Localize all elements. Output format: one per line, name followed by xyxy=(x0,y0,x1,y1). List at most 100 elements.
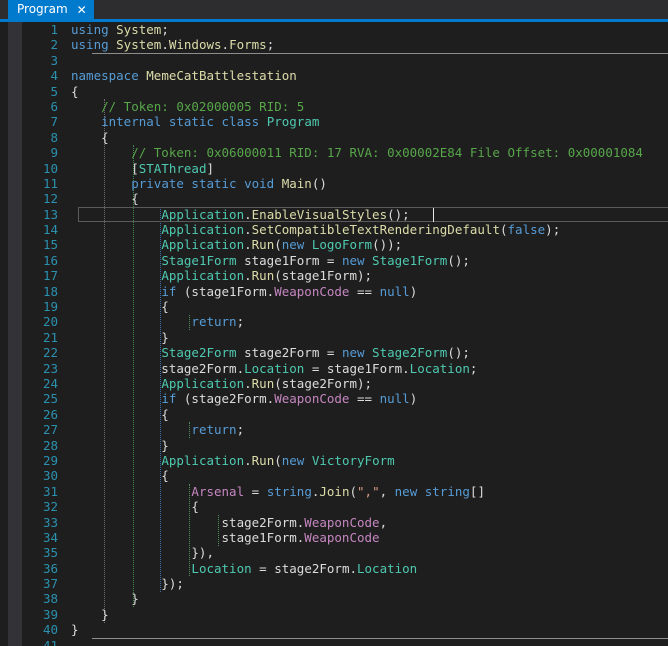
code-line[interactable]: 15 Application.Run(new LogoForm()); xyxy=(22,237,668,252)
line-source: Location = stage2Form.Location xyxy=(71,561,417,576)
line-number: 30 xyxy=(42,468,58,484)
code-line[interactable]: 13 Application.EnableVisualStyles(); xyxy=(22,207,668,222)
code-line[interactable]: 24 Application.Run(stage2Form); xyxy=(22,376,668,391)
token-pl: ; xyxy=(236,314,245,330)
token-id: Run xyxy=(251,375,275,391)
token-ty: Application xyxy=(161,268,245,284)
token-ty: Stage2Form xyxy=(161,345,237,361)
code-lines[interactable]: 1 using System; 2 using System.Windows.Form… xyxy=(22,22,668,646)
line-number: 16 xyxy=(42,252,58,268)
token-kw: new xyxy=(281,452,312,468)
code-line[interactable]: 27 return; xyxy=(22,422,668,437)
token-pl: stage1Form = xyxy=(236,252,342,268)
code-line[interactable]: 17 Application.Run(stage1Form); xyxy=(22,268,668,283)
code-line[interactable]: 18 if (stage1Form.WeaponCode == null) xyxy=(22,284,668,299)
line-source: stage1Form.WeaponCode xyxy=(71,530,380,545)
token-at: STAThread xyxy=(138,160,207,176)
code-line[interactable]: 8 { xyxy=(22,130,668,145)
token-pl: ; xyxy=(236,422,245,438)
token-pl: (); xyxy=(447,345,470,361)
code-line[interactable]: 34 stage1Form.WeaponCode xyxy=(22,530,668,545)
code-line[interactable]: 6 // Token: 0x02000005 RID: 5 xyxy=(22,99,668,114)
line-number: 31 xyxy=(42,483,58,499)
change-marker-gutter[interactable] xyxy=(8,22,22,646)
code-line[interactable]: 26 { xyxy=(22,407,668,422)
code-line[interactable]: 41 xyxy=(22,638,668,646)
line-number: 40 xyxy=(42,622,58,638)
breakpoint-gutter[interactable] xyxy=(0,22,8,646)
token-id: EnableVisualStyles xyxy=(251,206,388,222)
code-line[interactable]: 32 { xyxy=(22,499,668,514)
token-pl: == xyxy=(349,283,380,299)
line-number: 20 xyxy=(42,314,58,330)
line-number: 35 xyxy=(42,545,58,561)
code-line[interactable]: 2 using System.Windows.Forms; xyxy=(22,37,668,52)
code-line[interactable]: 14 Application.SetCompatibleTextRenderin… xyxy=(22,222,668,237)
token-pl: } xyxy=(71,606,109,622)
code-surface[interactable]: 1 using System; 2 using System.Windows.Form… xyxy=(22,22,668,646)
code-line[interactable]: 5{ xyxy=(22,84,668,99)
code-line[interactable]: 29 Application.Run(new VictoryForm xyxy=(22,453,668,468)
code-line[interactable]: 12 { xyxy=(22,191,668,206)
code-line[interactable]: 31 Arsenal = string.Join(",", new string… xyxy=(22,484,668,499)
line-number: 18 xyxy=(42,283,58,299)
close-icon[interactable]: ✕ xyxy=(77,4,87,16)
code-line[interactable]: 10 [STAThread] xyxy=(22,161,668,176)
token-ty: Stage1Form xyxy=(161,252,237,268)
code-line[interactable]: 25 if (stage2Form.WeaponCode == null) xyxy=(22,391,668,406)
token-kw: namespace xyxy=(71,68,147,84)
code-line[interactable]: 7 internal static class Program xyxy=(22,114,668,129)
token-pl: == xyxy=(349,391,380,407)
code-line[interactable]: 33 stage2Form.WeaponCode, xyxy=(22,515,668,530)
code-line[interactable]: 28 } xyxy=(22,438,668,453)
code-line[interactable]: 38 } xyxy=(22,591,668,606)
code-line[interactable]: 22 Stage2Form stage2Form = new Stage2For… xyxy=(22,345,668,360)
token-ty: Application xyxy=(161,222,245,238)
token-pl: . xyxy=(244,222,252,238)
code-editor[interactable]: 1 using System; 2 using System.Windows.Form… xyxy=(0,22,668,646)
token-cm: // Token: 0x06000011 RID: 17 RVA: 0x0000… xyxy=(71,145,643,161)
token-id: Run xyxy=(251,237,275,253)
code-line[interactable]: 36 Location = stage2Form.Location xyxy=(22,561,668,576)
line-number: 21 xyxy=(42,329,58,345)
code-line[interactable]: 30 { xyxy=(22,468,668,483)
token-pr: Arsenal xyxy=(191,483,245,499)
token-ty: Location xyxy=(191,560,252,576)
code-line[interactable]: 3 xyxy=(22,53,668,68)
line-number: 39 xyxy=(42,606,58,622)
token-pl: }), xyxy=(71,545,214,561)
code-line[interactable]: 9 // Token: 0x06000011 RID: 17 RVA: 0x00… xyxy=(22,145,668,160)
code-line[interactable]: 19 { xyxy=(22,299,668,314)
code-line[interactable]: 35 }), xyxy=(22,545,668,560)
token-pl: . xyxy=(221,37,230,53)
code-line[interactable]: 40} xyxy=(22,622,668,637)
token-pl: (stage2Form. xyxy=(183,391,275,407)
code-line[interactable]: 39 } xyxy=(22,607,668,622)
token-kw: null xyxy=(379,391,410,407)
line-source: internal static class Program xyxy=(71,114,319,129)
token-pl: . xyxy=(244,375,252,391)
token-ty: Location xyxy=(357,560,418,576)
token-kw: private static void xyxy=(131,175,282,191)
line-source: // Token: 0x02000005 RID: 5 xyxy=(71,99,304,114)
line-number: 4 xyxy=(50,68,58,84)
line-number: 19 xyxy=(42,299,58,315)
code-line[interactable]: 1 using System; xyxy=(22,22,668,37)
line-source: } xyxy=(71,330,169,345)
tab-program[interactable]: Program ✕ xyxy=(8,0,94,19)
line-number: 23 xyxy=(42,360,58,376)
code-line[interactable]: 11 private static void Main() xyxy=(22,176,668,191)
code-line[interactable]: 23 stage2Form.Location = stage1Form.Loca… xyxy=(22,361,668,376)
line-number: 3 xyxy=(50,52,58,68)
code-line[interactable]: 16 Stage1Form stage1Form = new Stage1For… xyxy=(22,253,668,268)
code-line[interactable]: 21 } xyxy=(22,330,668,345)
code-line[interactable]: 37 }); xyxy=(22,576,668,591)
code-line[interactable]: 20 return; xyxy=(22,314,668,329)
line-source: } xyxy=(71,591,139,606)
code-line[interactable]: 4 namespace MemeCatBattlestation xyxy=(22,68,668,83)
